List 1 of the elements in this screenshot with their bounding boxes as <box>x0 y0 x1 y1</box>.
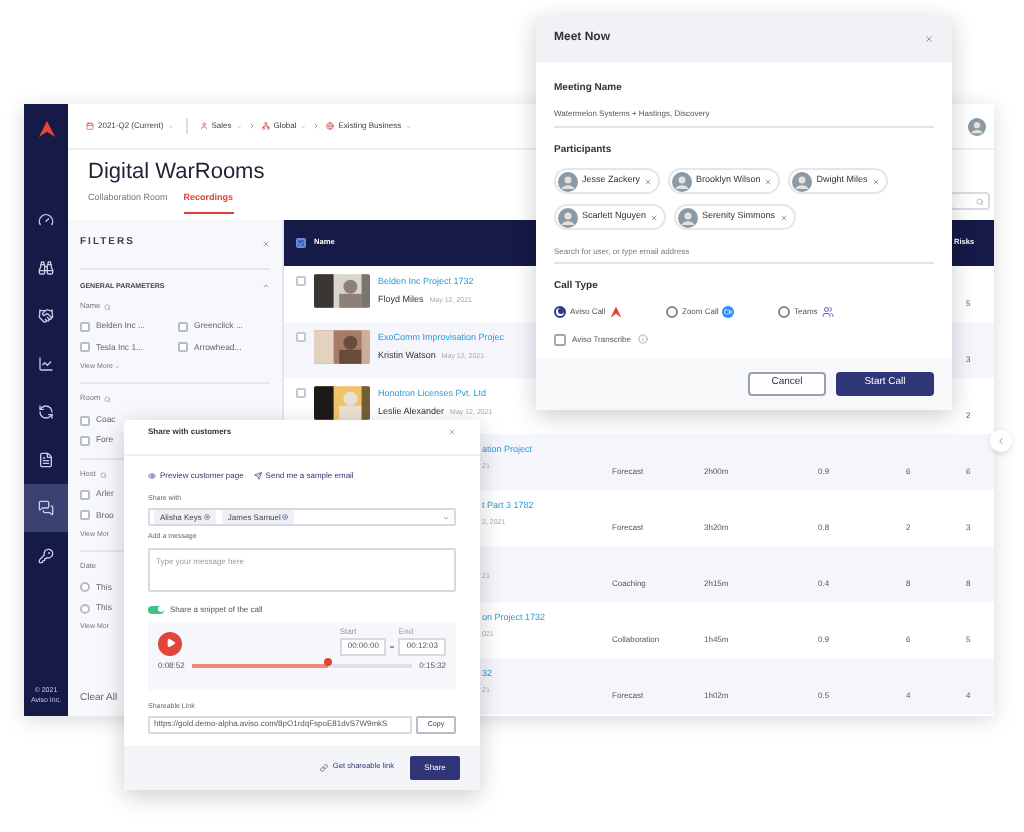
page-title: Digital WarRooms <box>88 158 265 186</box>
